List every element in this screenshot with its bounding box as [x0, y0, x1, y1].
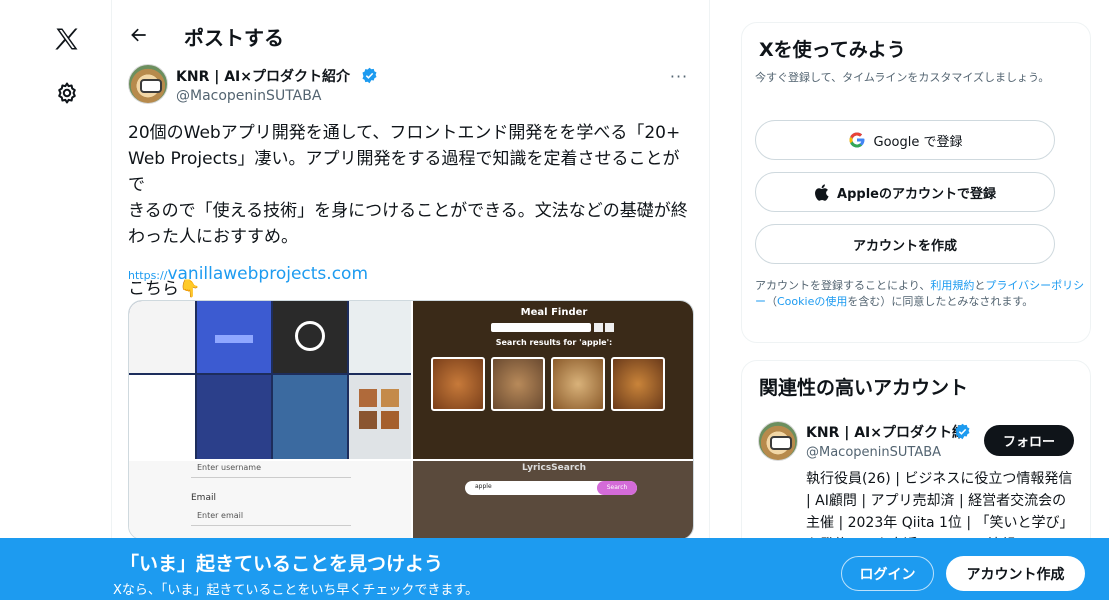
- legal-suffix: を含む）に同意したとみなされます。: [847, 295, 1034, 308]
- more-options-button[interactable]: ···: [664, 64, 694, 88]
- main-column: ポストする KNR | AI×プロダクト紹介 @MacopeninSUTABA …: [112, 0, 710, 600]
- banner-subtitle: Xなら、「いま」起きていることをいち早くチェックできます。: [113, 583, 479, 598]
- signup-card-subtitle: 今すぐ登録して、タイムラインをカスタマイズしましょう。: [755, 71, 1050, 84]
- media-image-form-validator[interactable]: Enter username Email Enter email: [129, 461, 411, 539]
- google-icon: [848, 131, 866, 149]
- form-divider: [191, 477, 351, 478]
- author-name[interactable]: KNR | AI×プロダクト紹介: [176, 66, 350, 86]
- media-image-lyrics-search[interactable]: LyricsSearch apple Search: [413, 461, 693, 539]
- legal-paren-open: （: [766, 295, 777, 308]
- apple-signup-button[interactable]: Appleのアカウントで登録: [755, 172, 1055, 212]
- lyrics-search-title: LyricsSearch: [521, 463, 587, 473]
- related-account-handle[interactable]: @MacopeninSUTABA: [806, 445, 941, 460]
- apple-signup-label: Appleのアカウントで登録: [837, 186, 996, 202]
- login-button[interactable]: ログイン: [841, 556, 934, 591]
- author-handle[interactable]: @MacopeninSUTABA: [176, 88, 321, 104]
- avatar[interactable]: [128, 64, 168, 104]
- verified-badge-icon: [362, 67, 377, 84]
- meal-finder-title: Meal Finder: [520, 307, 588, 318]
- form-divider: [191, 525, 351, 526]
- signup-card-title: Xを使ってみよう: [759, 39, 906, 61]
- follow-button[interactable]: フォロー: [984, 425, 1074, 456]
- media-image-projects-collage[interactable]: [129, 301, 411, 459]
- post-link[interactable]: https://vanillawebprojects.com: [128, 264, 368, 284]
- signup-card: Xを使ってみよう 今すぐ登録して、タイムラインをカスタマイズしましょう。 Goo…: [741, 22, 1091, 343]
- legal-notice: アカウントを登録することにより、利用規約とプライバシーポリシー（Cookieの使…: [755, 278, 1085, 310]
- left-nav: [0, 0, 112, 600]
- cookie-policy-link[interactable]: Cookieの使用: [777, 295, 847, 308]
- create-account-label: アカウントを作成: [852, 238, 957, 254]
- form-email-placeholder: Enter email: [197, 511, 244, 520]
- meal-thumbnail: [611, 357, 665, 411]
- legal-and: と: [974, 279, 986, 292]
- arrow-left-icon[interactable]: [126, 22, 152, 48]
- signup-button[interactable]: アカウント作成: [946, 556, 1085, 591]
- form-username-placeholder: Enter username: [197, 463, 262, 472]
- related-account-name[interactable]: KNR | AI×プロダクト紹介: [806, 422, 961, 442]
- meal-thumbnail: [491, 357, 545, 411]
- media-image-meal-finder[interactable]: Meal Finder Search results for 'apple':: [413, 301, 693, 459]
- legal-prefix: アカウントを登録することにより、: [755, 279, 931, 292]
- link-protocol: https://: [128, 269, 168, 282]
- signup-banner: 「いま」起きていることを見つけよう Xなら、「いま」起きていることをいち早くチェ…: [0, 538, 1109, 600]
- link-domain: vanillawebprojects.com: [167, 264, 369, 284]
- meal-finder-results-label: Search results for 'apple':: [495, 338, 613, 347]
- create-account-button[interactable]: アカウントを作成: [755, 224, 1055, 264]
- google-signup-button[interactable]: Google で登録: [755, 120, 1055, 160]
- terms-link[interactable]: 利用規約: [930, 279, 974, 292]
- form-email-label: Email: [191, 493, 216, 503]
- google-signup-label: Google で登録: [873, 134, 963, 150]
- gear-icon[interactable]: [54, 80, 80, 106]
- post-author: KNR | AI×プロダクト紹介 @MacopeninSUTABA ···: [128, 64, 694, 108]
- top-bar: ポストする: [112, 14, 710, 58]
- page-title: ポストする: [184, 26, 284, 50]
- apple-icon: [814, 183, 829, 201]
- post-media-grid[interactable]: Meal Finder Search results for 'apple': …: [128, 300, 694, 540]
- lyrics-search-button: Search: [597, 481, 637, 495]
- lyrics-search-query: apple: [475, 483, 492, 490]
- avatar[interactable]: [758, 421, 798, 461]
- related-accounts-title: 関連性の高いアカウント: [759, 377, 969, 399]
- banner-title: 「いま」起きていることを見つけよう: [120, 553, 444, 575]
- x-logo-icon[interactable]: [52, 24, 82, 54]
- meal-finder-random-icon: [605, 323, 614, 332]
- meal-thumbnail: [431, 357, 485, 411]
- verified-badge-icon: [955, 423, 970, 440]
- meal-finder-search-icon: [594, 323, 603, 332]
- page: ポストする KNR | AI×プロダクト紹介 @MacopeninSUTABA …: [0, 0, 1109, 600]
- meal-thumbnail: [551, 357, 605, 411]
- meal-finder-search-box: [491, 323, 591, 332]
